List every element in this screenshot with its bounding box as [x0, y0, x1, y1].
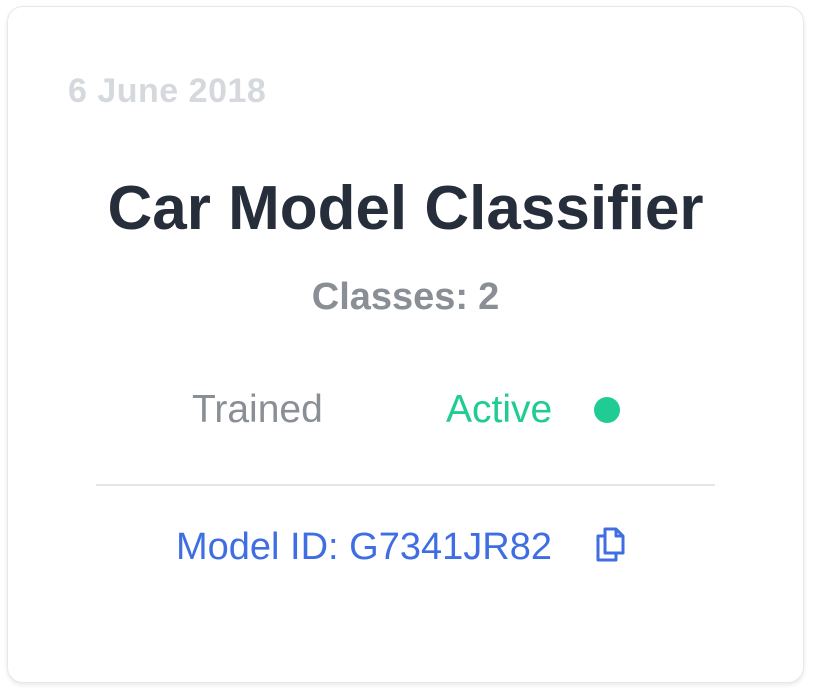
model-card: 6 June 2018 Car Model Classifier Classes… — [7, 6, 804, 683]
active-status: Active — [446, 388, 553, 431]
classes-count: 2 — [478, 276, 500, 318]
model-date: 6 June 2018 — [68, 72, 267, 110]
classes-info: Classes: 2 — [8, 273, 803, 321]
copy-icon[interactable] — [594, 526, 626, 562]
divider — [96, 484, 715, 486]
classes-label: Classes: — [311, 276, 469, 318]
status-dot-icon — [594, 397, 620, 423]
model-id-link[interactable]: Model ID: G7341JR82 — [176, 523, 552, 571]
training-status: Trained — [192, 388, 323, 431]
model-title: Car Model Classifier — [107, 174, 704, 243]
